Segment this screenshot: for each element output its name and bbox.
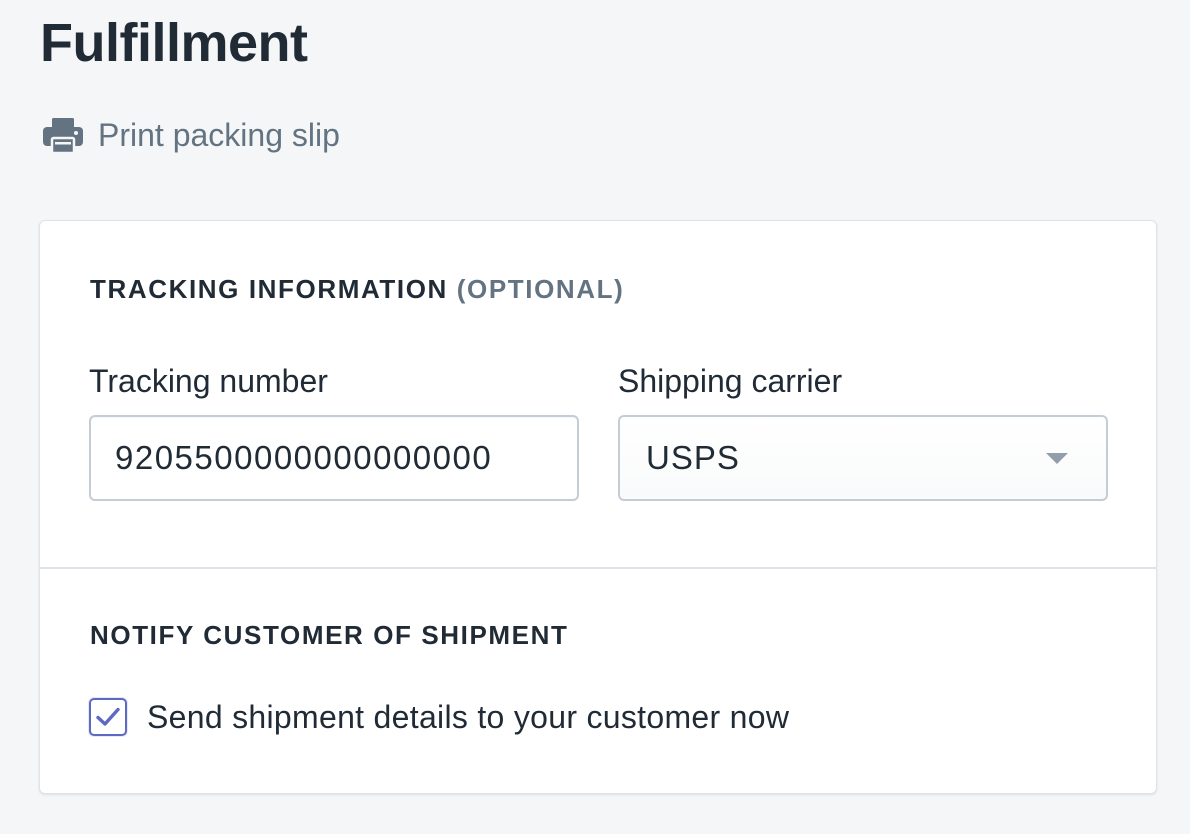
- shipping-carrier-value: USPS: [646, 439, 740, 476]
- fulfillment-card: TRACKING INFORMATION (OPTIONAL) Tracking…: [39, 220, 1157, 794]
- notify-customer-label: Send shipment details to your customer n…: [147, 699, 790, 735]
- printer-icon: [42, 114, 84, 156]
- fulfillment-page: Fulfillment Print packing slip TRACKING …: [0, 0, 1190, 834]
- tracking-number-field: Tracking number: [89, 361, 579, 501]
- notify-customer-option[interactable]: Send shipment details to your customer n…: [89, 697, 789, 737]
- tracking-number-label: Tracking number: [89, 363, 328, 399]
- shipping-carrier-select[interactable]: USPS: [618, 415, 1108, 501]
- tracking-heading-text: TRACKING INFORMATION: [90, 274, 448, 304]
- notify-customer-checkbox[interactable]: [89, 698, 127, 736]
- shipping-carrier-field: Shipping carrier USPS: [618, 361, 1108, 501]
- tracking-section: TRACKING INFORMATION (OPTIONAL) Tracking…: [40, 221, 1156, 569]
- page-title: Fulfillment: [40, 13, 308, 73]
- shipping-carrier-label: Shipping carrier: [618, 363, 843, 399]
- checkmark-icon: [96, 707, 120, 726]
- notify-heading: NOTIFY CUSTOMER OF SHIPMENT: [90, 620, 569, 650]
- notify-section: NOTIFY CUSTOMER OF SHIPMENT Send shipmen…: [40, 569, 1156, 793]
- caret-down-icon: [1046, 453, 1068, 464]
- tracking-heading-optional: (OPTIONAL): [456, 274, 625, 304]
- print-packing-slip-label: Print packing slip: [98, 117, 340, 153]
- tracking-heading: TRACKING INFORMATION (OPTIONAL): [90, 273, 624, 305]
- print-packing-slip-button[interactable]: Print packing slip: [42, 114, 340, 156]
- tracking-number-input[interactable]: [89, 415, 579, 501]
